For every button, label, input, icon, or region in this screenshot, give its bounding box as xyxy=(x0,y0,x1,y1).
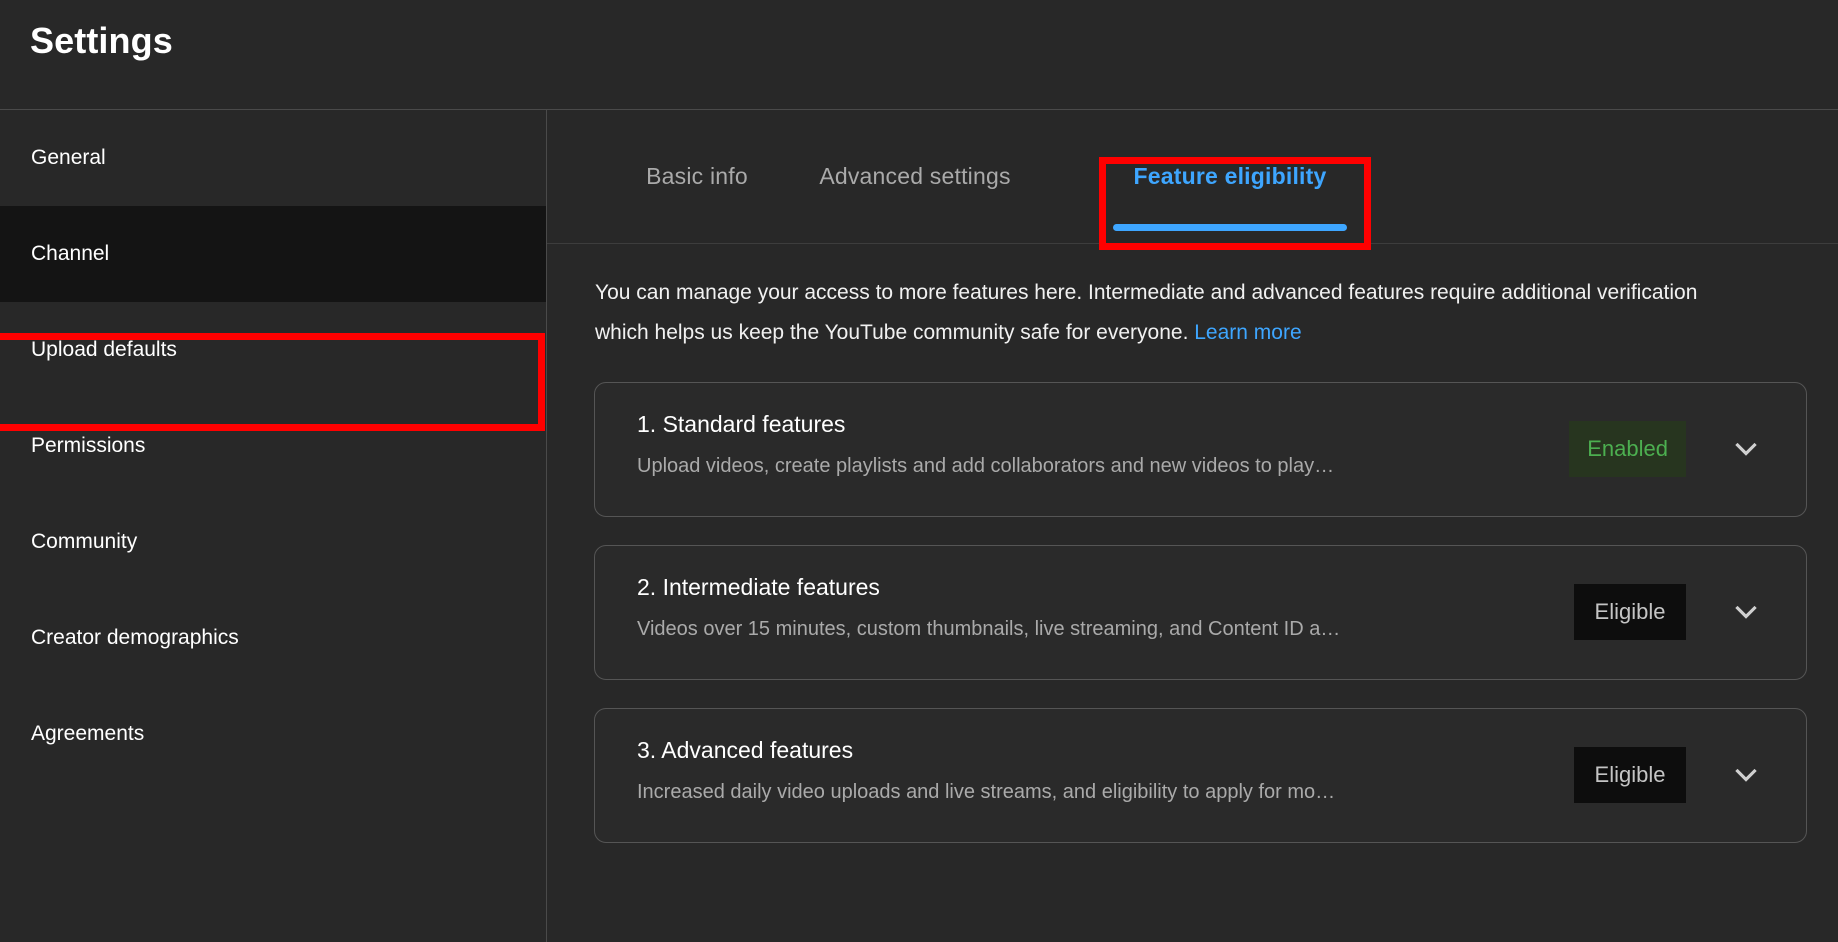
learn-more-link[interactable]: Learn more xyxy=(1194,321,1301,344)
settings-content: Basic info Advanced settings Feature eli… xyxy=(547,110,1838,942)
active-tab-underline xyxy=(1113,224,1347,231)
sidebar-item-label: Permissions xyxy=(31,434,146,457)
sidebar-item-general[interactable]: General xyxy=(0,110,546,206)
feature-card-description: Videos over 15 minutes, custom thumbnail… xyxy=(637,618,1341,640)
feature-card-advanced[interactable]: 3. Advanced features Increased daily vid… xyxy=(594,708,1807,843)
sidebar-item-creator-demographics[interactable]: Creator demographics xyxy=(0,590,546,686)
settings-sidebar: General Channel Upload defaults Permissi… xyxy=(0,110,546,942)
feature-card-description: Increased daily video uploads and live s… xyxy=(637,781,1336,803)
chevron-down-icon[interactable] xyxy=(1726,755,1766,795)
tab-advanced-settings[interactable]: Advanced settings xyxy=(795,110,1035,243)
feature-eligibility-description: You can manage your access to more featu… xyxy=(595,273,1725,353)
page-title: Settings xyxy=(30,20,173,61)
feature-card-title: 3. Advanced features xyxy=(637,737,854,763)
feature-cards-list: 1. Standard features Upload videos, crea… xyxy=(594,382,1807,871)
tab-label: Basic info xyxy=(646,163,748,189)
status-badge: Eligible xyxy=(1574,747,1686,803)
sidebar-item-label: Creator demographics xyxy=(31,626,239,649)
feature-card-description: Upload videos, create playlists and add … xyxy=(637,455,1335,477)
settings-page: Settings General Channel Upload defaults… xyxy=(0,0,1838,942)
sidebar-item-label: General xyxy=(31,146,106,169)
sidebar-item-agreements[interactable]: Agreements xyxy=(0,686,546,782)
tab-label: Feature eligibility xyxy=(1133,163,1327,189)
status-badge: Enabled xyxy=(1569,421,1686,477)
sidebar-item-label: Channel xyxy=(31,242,110,265)
feature-card-standard[interactable]: 1. Standard features Upload videos, crea… xyxy=(594,382,1807,517)
tab-label: Advanced settings xyxy=(819,163,1011,189)
sidebar-item-label: Agreements xyxy=(31,722,145,745)
chevron-down-icon[interactable] xyxy=(1726,429,1766,469)
sidebar-item-community[interactable]: Community xyxy=(0,494,546,590)
feature-card-title: 1. Standard features xyxy=(637,411,846,437)
tab-bar-divider xyxy=(547,243,1838,244)
status-badge: Eligible xyxy=(1574,584,1686,640)
description-text: You can manage your access to more featu… xyxy=(595,281,1698,344)
chevron-down-icon[interactable] xyxy=(1726,592,1766,632)
page-header: Settings xyxy=(0,0,1838,109)
tab-feature-eligibility[interactable]: Feature eligibility xyxy=(1101,110,1359,243)
sidebar-item-label: Upload defaults xyxy=(31,338,177,361)
tab-bar: Basic info Advanced settings Feature eli… xyxy=(547,110,1838,243)
sidebar-item-permissions[interactable]: Permissions xyxy=(0,398,546,494)
tab-basic-info[interactable]: Basic info xyxy=(612,110,782,243)
sidebar-item-upload-defaults[interactable]: Upload defaults xyxy=(0,302,546,398)
sidebar-item-channel[interactable]: Channel xyxy=(0,206,546,302)
sidebar-item-label: Community xyxy=(31,530,138,553)
feature-card-title: 2. Intermediate features xyxy=(637,574,880,600)
sidebar-nav-list: General Channel Upload defaults Permissi… xyxy=(0,110,546,782)
feature-card-intermediate[interactable]: 2. Intermediate features Videos over 15 … xyxy=(594,545,1807,680)
